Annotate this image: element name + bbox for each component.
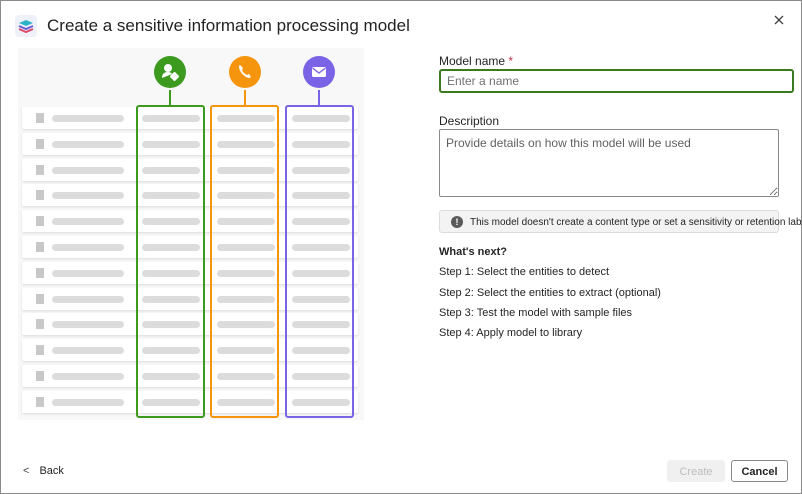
model-name-input[interactable] <box>439 69 794 93</box>
placeholder-bar <box>52 192 124 200</box>
create-button[interactable]: Create <box>667 460 725 482</box>
back-label: Back <box>39 465 64 477</box>
document-icon <box>36 164 44 175</box>
back-button[interactable]: < Back <box>23 465 64 477</box>
placeholder-bar <box>52 347 124 355</box>
document-icon <box>36 190 44 201</box>
required-mark: * <box>508 54 514 68</box>
placeholder-bar <box>52 115 124 122</box>
whats-next-title: What's next? <box>439 246 508 258</box>
orange-connector <box>244 90 246 106</box>
placeholder-bar <box>52 373 124 380</box>
entity-column-green <box>136 105 205 418</box>
mail-icon <box>303 56 335 88</box>
step-2: Step 2: Select the entities to extract (… <box>439 287 661 299</box>
phone-icon <box>229 56 261 88</box>
cancel-button[interactable]: Cancel <box>731 460 788 482</box>
placeholder-bar <box>52 321 124 329</box>
entity-column-purple <box>285 105 354 418</box>
document-icon <box>36 267 44 278</box>
document-icon <box>36 242 44 252</box>
description-field[interactable] <box>439 129 779 197</box>
placeholder-bar <box>52 218 124 226</box>
document-icon <box>36 371 44 381</box>
illustration <box>18 48 364 420</box>
document-icon <box>36 113 44 123</box>
dialog-title: Create a sensitive information processin… <box>47 16 410 35</box>
description-label: Description <box>439 114 500 128</box>
document-icon <box>36 293 44 304</box>
close-button[interactable] <box>771 12 787 28</box>
purple-connector <box>318 90 320 106</box>
document-icon <box>36 396 44 407</box>
placeholder-bar <box>52 398 124 406</box>
info-icon: ! <box>451 216 463 228</box>
step-4: Step 4: Apply model to library <box>439 327 583 339</box>
step-3: Step 3: Test the model with sample files <box>439 307 633 319</box>
placeholder-bar <box>52 269 124 277</box>
placeholder-bar <box>52 295 124 303</box>
placeholder-bar <box>52 140 124 148</box>
dialog: Create a sensitive information processin… <box>0 0 802 494</box>
placeholder-bar <box>52 166 124 174</box>
person-tag-icon <box>154 56 186 88</box>
placeholder-bar <box>52 244 124 251</box>
stack-icon <box>18 20 34 34</box>
chevron-left-icon: < <box>23 465 30 477</box>
close-icon <box>774 15 784 25</box>
document-icon <box>36 345 44 356</box>
info-banner: ! This model doesn't create a content ty… <box>439 210 802 233</box>
model-name-label: Model name * <box>439 54 514 68</box>
entity-column-orange <box>210 105 279 418</box>
green-connector <box>169 90 171 106</box>
document-icon <box>36 216 44 227</box>
app-icon <box>15 15 37 37</box>
info-text: This model doesn't create a content type… <box>470 217 802 228</box>
document-icon <box>36 319 44 330</box>
document-icon <box>36 138 44 149</box>
step-1: Step 1: Select the entities to detect <box>439 266 609 278</box>
